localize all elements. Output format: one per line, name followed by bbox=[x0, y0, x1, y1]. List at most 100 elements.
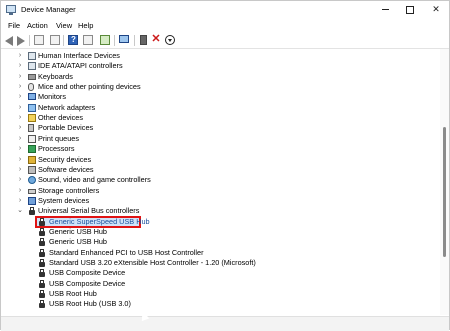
portable-device-icon bbox=[28, 124, 34, 133]
tree-category[interactable]: › Keyboards bbox=[1, 72, 301, 82]
disable-device-icon[interactable] bbox=[140, 35, 147, 45]
expand-chevron-icon[interactable]: › bbox=[16, 113, 24, 123]
update-download-icon[interactable] bbox=[165, 35, 175, 45]
tree-category-label: Network adapters bbox=[38, 102, 96, 112]
tree-category-label: Processors bbox=[38, 144, 75, 154]
tree-category[interactable]: › Monitors bbox=[1, 92, 301, 102]
system-device-icon bbox=[28, 196, 36, 205]
tree-category[interactable]: › Security devices bbox=[1, 155, 301, 165]
processor-icon bbox=[28, 145, 36, 154]
window-title: Device Manager bbox=[21, 5, 76, 14]
title-bar[interactable]: Device Manager ✕ bbox=[1, 1, 449, 18]
show-hide-console-tree-icon[interactable] bbox=[34, 35, 44, 45]
tree-device-label: Generic USB Hub bbox=[49, 226, 107, 236]
tree-category[interactable]: › Other devices bbox=[1, 113, 301, 123]
expand-chevron-icon[interactable]: › bbox=[16, 134, 24, 144]
tree-category-label: System devices bbox=[38, 195, 90, 205]
device-manager-window: Device Manager ✕ File Action View Help ✕… bbox=[0, 0, 450, 331]
tree-device[interactable]: USB Root Hub (USB 3.0) bbox=[1, 299, 301, 309]
toolbar-separator bbox=[63, 35, 64, 46]
scrollbar-thumb[interactable] bbox=[443, 127, 446, 257]
tree-category[interactable]: › Human Interface Devices bbox=[1, 51, 301, 61]
tree-device[interactable]: Standard Enhanced PCI to USB Host Contro… bbox=[1, 248, 301, 258]
expand-chevron-icon[interactable]: › bbox=[16, 175, 24, 185]
toolbar-separator bbox=[134, 35, 135, 46]
expand-chevron-icon[interactable]: › bbox=[16, 92, 24, 102]
tree-category-label: IDE ATA/ATAPI controllers bbox=[38, 61, 123, 71]
tree-device[interactable]: USB Composite Device bbox=[1, 268, 301, 278]
tree-device-label: USB Root Hub bbox=[49, 289, 97, 299]
expand-chevron-icon[interactable]: › bbox=[16, 51, 24, 61]
tree-device[interactable]: Generic USB Hub bbox=[1, 227, 301, 237]
expand-chevron-icon[interactable]: › bbox=[16, 72, 24, 82]
expand-chevron-icon[interactable]: › bbox=[16, 61, 24, 71]
forward-arrow-icon[interactable] bbox=[17, 36, 25, 46]
menu-help[interactable]: Help bbox=[78, 21, 93, 30]
toolbar-separator bbox=[29, 35, 30, 46]
expand-chevron-icon[interactable]: › bbox=[16, 165, 24, 175]
menu-action[interactable]: Action bbox=[27, 21, 48, 30]
unknown-device-icon bbox=[28, 114, 36, 123]
tree-device[interactable]: Standard USB 3.20 eXtensible Host Contro… bbox=[1, 258, 301, 268]
tree-category[interactable]: › Sound, video and game controllers bbox=[1, 175, 301, 185]
monitor-icon bbox=[28, 93, 36, 101]
vertical-scrollbar[interactable] bbox=[440, 49, 449, 315]
tree-category[interactable]: › Mice and other pointing devices bbox=[1, 82, 301, 92]
software-device-icon bbox=[28, 165, 36, 174]
device-tree: › Human Interface Devices › IDE ATA/ATAPI c… bbox=[1, 49, 449, 315]
usb-device-icon bbox=[39, 217, 45, 226]
menu-view[interactable]: View bbox=[56, 21, 72, 30]
usb-device-icon bbox=[39, 269, 45, 278]
collapse-chevron-icon[interactable]: ⌄ bbox=[16, 206, 24, 216]
hid-icon bbox=[28, 52, 36, 60]
minimize-button[interactable] bbox=[373, 1, 397, 18]
tree-category[interactable]: › System devices bbox=[1, 196, 301, 206]
update-driver-icon[interactable] bbox=[83, 35, 93, 45]
storage-controller-icon bbox=[28, 188, 36, 194]
tree-category[interactable]: › Storage controllers bbox=[1, 186, 301, 196]
usb-device-icon bbox=[39, 300, 45, 309]
maximize-button[interactable] bbox=[398, 1, 422, 18]
tree-device-selected[interactable]: Generic SuperSpeed USB Hub bbox=[1, 215, 301, 228]
expand-chevron-icon[interactable]: › bbox=[16, 186, 24, 196]
tree-category[interactable]: › Software devices bbox=[1, 165, 301, 175]
usb-device-icon bbox=[39, 238, 45, 247]
tree-category[interactable]: › IDE ATA/ATAPI controllers bbox=[1, 61, 301, 71]
minimize-icon bbox=[381, 9, 389, 10]
usb-device-icon bbox=[39, 290, 45, 299]
tree-category-label: Software devices bbox=[38, 164, 94, 174]
usb-device-icon bbox=[39, 279, 45, 288]
usb-device-icon bbox=[39, 227, 45, 236]
scan-hardware-icon[interactable] bbox=[100, 35, 110, 45]
maximize-icon bbox=[406, 5, 414, 14]
tree-category[interactable]: › Processors bbox=[1, 144, 301, 154]
mouse-icon bbox=[28, 83, 34, 92]
keyboard-icon bbox=[28, 73, 36, 80]
tree-device[interactable]: USB Composite Device bbox=[1, 279, 301, 289]
expand-chevron-icon[interactable]: › bbox=[16, 123, 24, 133]
close-button[interactable]: ✕ bbox=[424, 1, 448, 18]
tree-category[interactable]: › Portable Devices bbox=[1, 123, 301, 133]
tree-category[interactable]: › Network adapters bbox=[1, 103, 301, 113]
toolbar-separator bbox=[114, 35, 115, 46]
tree-device-label: Standard USB 3.20 eXtensible Host Contro… bbox=[49, 258, 256, 267]
tree-category-label: Portable Devices bbox=[38, 123, 94, 133]
tree-device[interactable]: Generic USB Hub bbox=[1, 237, 301, 247]
tree-category[interactable]: › Print queues bbox=[1, 134, 301, 144]
uninstall-device-icon[interactable] bbox=[119, 35, 129, 43]
remove-device-icon[interactable]: ✕ bbox=[151, 34, 161, 45]
tree-device-label: USB Root Hub (USB 3.0) bbox=[49, 299, 131, 309]
ide-controller-icon bbox=[28, 62, 36, 71]
expand-chevron-icon[interactable]: › bbox=[16, 82, 24, 92]
properties-icon[interactable] bbox=[50, 35, 60, 45]
expand-chevron-icon[interactable]: › bbox=[16, 155, 24, 165]
tree-device-label: USB Composite Device bbox=[49, 268, 126, 278]
expand-chevron-icon[interactable]: › bbox=[16, 103, 24, 113]
menu-file[interactable]: File bbox=[8, 21, 20, 30]
tree-category-label: Sound, video and game controllers bbox=[38, 175, 151, 185]
help-icon[interactable] bbox=[68, 35, 78, 45]
expand-chevron-icon[interactable]: › bbox=[16, 144, 24, 154]
back-arrow-icon[interactable] bbox=[5, 36, 13, 46]
expand-chevron-icon[interactable]: › bbox=[16, 196, 24, 206]
tree-device[interactable]: USB Root Hub bbox=[1, 289, 301, 299]
